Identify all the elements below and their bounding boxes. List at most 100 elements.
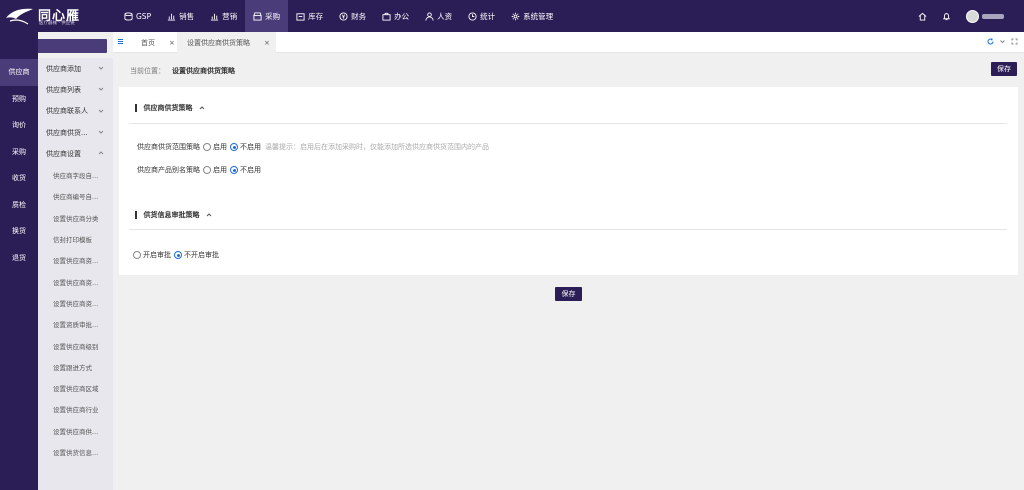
leftnav-inquiry[interactable]: 询价: [0, 112, 38, 139]
shop-icon: [253, 11, 262, 21]
radio-approval-on[interactable]: [133, 251, 141, 259]
bar-chart-icon: [211, 13, 219, 21]
radio-disable-checked[interactable]: [230, 143, 238, 151]
subnav-supplier-contacts[interactable]: 供应商联系人: [38, 101, 113, 122]
field-label: 供应商供货范围策略: [137, 143, 200, 151]
nav-label: 财务: [351, 11, 367, 21]
bell-icon[interactable]: [942, 12, 951, 21]
subnav-child[interactable]: 供应商编号自...: [38, 186, 113, 207]
subnav-supplier-supply[interactable]: 供应商供货...: [38, 122, 113, 143]
fullscreen-icon[interactable]: [1011, 38, 1018, 45]
user-name-blurred[interactable]: [982, 13, 1004, 19]
radio-label[interactable]: 不开启审批: [184, 250, 219, 260]
breadcrumb-current: 设置供应商供货策略: [172, 67, 235, 75]
subnav-child[interactable]: 设置供应商区域: [38, 377, 113, 398]
section-title: 供应商供货策略: [143, 104, 193, 112]
nav-label: 库存: [308, 11, 324, 21]
subnav-child[interactable]: 供应商字段自...: [38, 164, 113, 185]
leftnav-return[interactable]: 退货: [0, 245, 38, 272]
subnav-child[interactable]: 设置跟进方式: [38, 356, 113, 377]
chevron-down-icon: [98, 109, 104, 113]
subnav-supplier-add[interactable]: 供应商添加: [38, 58, 113, 79]
subnav-child[interactable]: 信封打印模板: [38, 228, 113, 249]
subnav-supplier-list[interactable]: 供应商列表: [38, 79, 113, 100]
subnav-child[interactable]: 设置供应商资...: [38, 271, 113, 292]
tab-close-icon[interactable]: ×: [264, 39, 270, 47]
field-label: 供应商产品别名策略: [137, 166, 200, 174]
leftnav-qc[interactable]: 质检: [0, 192, 38, 219]
nav-finance[interactable]: 财务: [331, 0, 374, 32]
leftnav-exchange[interactable]: 换货: [0, 218, 38, 245]
nav-hr[interactable]: 人资: [417, 0, 460, 32]
leftnav-purchase[interactable]: 采购: [0, 139, 38, 166]
radio-disable-checked[interactable]: [230, 166, 238, 174]
chevron-down-icon: [98, 130, 104, 134]
save-button-top[interactable]: 保存: [991, 62, 1017, 76]
inventory-icon: [296, 12, 305, 21]
subnav-label: 供应商添加: [46, 64, 81, 73]
avatar[interactable]: [966, 9, 979, 23]
left-module-nav: 供应商 预购 询价 采购 收货 质检 换货 退货: [0, 32, 38, 490]
leftnav-receiving[interactable]: 收货: [0, 165, 38, 192]
subnav-label: 供应商列表: [46, 85, 81, 94]
subnav-child[interactable]: 设置供应商供...: [38, 420, 113, 441]
tab-supply-strategy[interactable]: 设置供应商供货策略 ×: [177, 32, 276, 53]
chevron-up-icon: [199, 106, 204, 110]
subnav-child[interactable]: 设置供货信息...: [38, 441, 113, 462]
top-nav: GSP 销售 营销 采购 库存 财务 办公 人资 统计 系统管理: [116, 0, 561, 32]
radio-label[interactable]: 启用: [213, 165, 227, 175]
radio-enable[interactable]: [203, 143, 211, 151]
settings-card: 供应商供货策略 供应商供货范围策略 启用 不启用 温馨提示：启用后在添加采购时，…: [119, 87, 1018, 275]
tab-close-icon[interactable]: ×: [169, 39, 175, 47]
leftnav-supplier[interactable]: 供应商: [0, 59, 38, 86]
nav-office[interactable]: 办公: [374, 0, 417, 32]
leftnav-prepurchase[interactable]: 预购: [0, 86, 38, 113]
menu-toggle-icon[interactable]: [117, 38, 124, 45]
product-alias-row: 供应商产品别名策略 启用 不启用: [137, 165, 261, 175]
radio-approval-off-checked[interactable]: [174, 251, 182, 259]
subnav-child[interactable]: 设置供应商资...: [38, 250, 113, 271]
nav-statistics[interactable]: 统计: [460, 0, 503, 32]
nav-label: GSP: [136, 11, 152, 21]
subnav-child[interactable]: 设置资质审批...: [38, 314, 113, 335]
nav-system[interactable]: 系统管理: [503, 0, 561, 32]
tab-label: 设置供应商供货策略: [187, 38, 250, 47]
chevron-down-icon: [98, 66, 104, 70]
chevron-down-icon: [98, 87, 104, 92]
section-approval-header[interactable]: 供货信息审批策略: [135, 210, 212, 220]
tab-home[interactable]: 首页 ×: [141, 32, 181, 53]
save-button-bottom[interactable]: 保存: [555, 287, 582, 301]
radio-label[interactable]: 不启用: [240, 165, 261, 175]
subnav-child[interactable]: 设置供应商级别: [38, 335, 113, 356]
chevron-down-icon[interactable]: [999, 38, 1006, 45]
nav-label: 统计: [480, 11, 496, 21]
section-divider: [129, 123, 1007, 124]
bar-chart-icon: [168, 13, 176, 21]
subnav-label: 供应商供货...: [46, 128, 88, 137]
nav-sales[interactable]: 销售: [159, 0, 202, 32]
subnav-child[interactable]: 设置供应商资...: [38, 292, 113, 313]
hint-text: 温馨提示：启用后在添加采购时，仅能添加所选供应商供货范围内的产品: [265, 143, 489, 151]
breadcrumb-label: 当前位置：: [130, 67, 165, 75]
radio-label[interactable]: 不启用: [240, 142, 261, 152]
brand-logo[interactable]: 同心雁 医疗器械 · 供应链: [4, 4, 108, 28]
subnav-label: 供应商设置: [46, 149, 81, 158]
subnav-supplier-settings[interactable]: 供应商设置: [38, 143, 113, 164]
nav-gsp[interactable]: GSP: [116, 0, 159, 32]
subnav-child[interactable]: 设置供应商行业: [38, 399, 113, 420]
nav-label: 人资: [437, 11, 453, 21]
radio-label[interactable]: 开启审批: [143, 250, 171, 260]
home-icon[interactable]: [918, 12, 927, 21]
top-bar: 同心雁 医疗器械 · 供应链 GSP 销售 营销 采购 库存 财务 办公 人资 …: [0, 0, 1024, 32]
refresh-icon[interactable]: [987, 38, 994, 45]
approval-row: 开启审批 不开启审批: [133, 250, 219, 260]
nav-inventory[interactable]: 库存: [288, 0, 331, 32]
nav-purchase[interactable]: 采购: [245, 0, 289, 32]
yen-icon: [339, 11, 348, 21]
radio-label[interactable]: 启用: [213, 142, 227, 152]
subnav-child[interactable]: 设置供应商分类: [38, 207, 113, 228]
nav-marketing[interactable]: 营销: [202, 0, 245, 32]
radio-enable[interactable]: [203, 166, 211, 174]
section-supply-strategy-header[interactable]: 供应商供货策略: [135, 103, 205, 113]
subnav-label: 供应商联系人: [46, 107, 88, 116]
